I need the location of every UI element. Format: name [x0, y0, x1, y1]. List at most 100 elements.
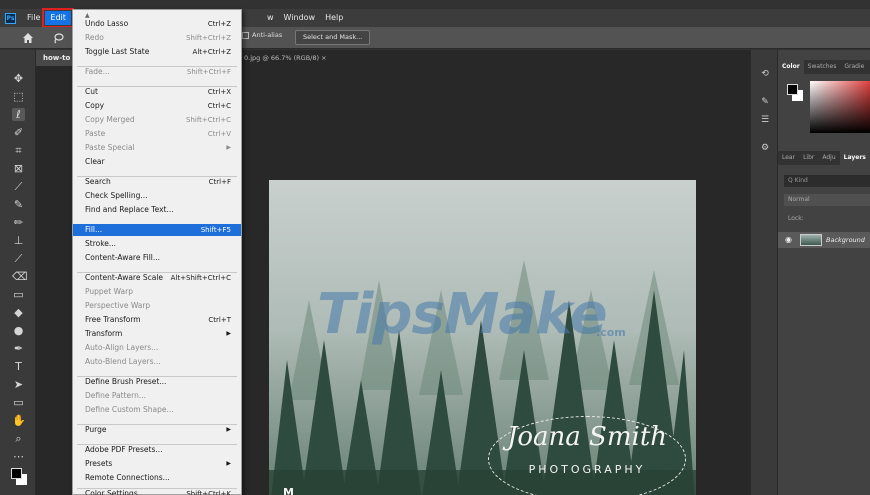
menu-item-label: Clear — [85, 157, 105, 166]
menu-item-content-aware-scale[interactable]: Content-Aware Scale Alt+Shift+Ctrl+C — [73, 272, 241, 284]
tab-learn[interactable]: Lear — [778, 151, 799, 165]
lasso-tool-icon[interactable]: ℓ — [12, 108, 25, 121]
menu-file[interactable]: File — [22, 11, 45, 25]
eraser-tool-icon[interactable]: ⌫ — [12, 270, 28, 283]
layer-thumbnail — [800, 234, 822, 246]
menu-item-toggle-last-state[interactable]: Toggle Last State Alt+Ctrl+Z — [73, 46, 241, 58]
brush-tool-icon[interactable]: ✏ — [12, 216, 25, 229]
menu-item-transform[interactable]: Transform ▶ — [73, 328, 241, 340]
type-tool-icon[interactable]: T — [12, 360, 25, 373]
home-icon[interactable] — [22, 32, 34, 44]
healing-brush-tool-icon[interactable]: ✎ — [12, 198, 25, 211]
layer-row-background[interactable]: ◉ Background — [778, 232, 870, 248]
menu-item-fill[interactable]: Fill... Shift+F5 — [73, 224, 241, 236]
lock-options[interactable]: Lock: — [784, 213, 870, 225]
menu-item-fade[interactable]: Fade... Shift+Ctrl+F — [73, 66, 241, 78]
menu-edit[interactable]: Edit — [42, 8, 74, 28]
signature-name: Joana Smith — [506, 422, 668, 452]
menu-item-shortcut: Ctrl+Z — [207, 20, 231, 28]
panel-foreground-swatch[interactable] — [787, 84, 798, 95]
tab-color[interactable]: Color — [778, 60, 804, 74]
menu-item-shortcut: Alt+Shift+Ctrl+C — [170, 274, 231, 282]
menu-item-check-spelling[interactable]: Check Spelling... — [73, 190, 241, 202]
more-tools-icon[interactable]: ⋯ — [12, 450, 25, 463]
brush-panel-icon[interactable]: ✎ — [759, 96, 771, 108]
menu-item-free-transform[interactable]: Free Transform Ctrl+T — [73, 314, 241, 326]
color-panel-tabs: Color Swatches Gradie — [778, 60, 870, 74]
menu-view-partial[interactable]: w — [262, 11, 279, 25]
menu-item-clear[interactable]: Clear — [73, 156, 241, 168]
lasso-icon[interactable] — [52, 32, 64, 44]
menu-item-paste-special[interactable]: Paste Special ▶ — [73, 142, 241, 154]
clone-stamp-tool-icon[interactable]: ⊥ — [12, 234, 25, 247]
menu-item-define-brush-preset[interactable]: Define Brush Preset... — [73, 376, 241, 388]
menu-item-label: Undo Lasso — [85, 19, 129, 28]
menu-item-puppet-warp[interactable]: Puppet Warp — [73, 286, 241, 298]
menu-item-undo-lasso[interactable]: Undo Lasso Ctrl+Z — [73, 18, 241, 30]
menu-item-label: Copy — [85, 101, 105, 110]
adjustments-panel-icon[interactable]: ☰ — [759, 114, 771, 126]
visibility-eye-icon[interactable]: ◉ — [785, 235, 795, 245]
zoom-tool-icon[interactable]: ⌕ — [12, 432, 25, 445]
tab-libraries[interactable]: Libr — [799, 151, 818, 165]
menu-item-shortcut: Ctrl+V — [207, 130, 231, 138]
history-brush-tool-icon[interactable]: ⟋ — [12, 252, 25, 265]
dodge-tool-icon[interactable]: ● — [12, 324, 25, 337]
menu-item-define-pattern[interactable]: Define Pattern... — [73, 390, 241, 402]
menu-item-adobe-pdf-presets[interactable]: Adobe PDF Presets... — [73, 444, 241, 456]
tab-adjustments[interactable]: Adju — [818, 151, 839, 165]
eyedropper-tool-icon[interactable]: ⟋ — [12, 180, 25, 193]
tools-panel: ✥ ⬚ ℓ ✐ ⌗ ⊠ ⟋ ✎ ✏ ⊥ ⟋ ⌫ ▭ ◆ ● ✒ T ➤ ▭ ✋ … — [0, 50, 36, 495]
menu-item-content-aware-fill[interactable]: Content-Aware Fill... — [73, 252, 241, 264]
tab-document[interactable]: 0.jpg @ 66.7% (RGB/8) × — [244, 50, 327, 66]
menu-item-find-and-replace-text[interactable]: Find and Replace Text... — [73, 204, 241, 216]
properties-panel-icon[interactable]: ⚙ — [759, 142, 771, 154]
menu-item-remote-connections[interactable]: Remote Connections... — [73, 472, 241, 484]
blur-tool-icon[interactable]: ◆ — [12, 306, 25, 319]
crop-tool-icon[interactable]: ⌗ — [12, 144, 25, 157]
menu-item-shortcut: Shift+F5 — [200, 226, 231, 234]
tab-layers[interactable]: Layers — [839, 151, 870, 165]
hand-tool-icon[interactable]: ✋ — [12, 414, 26, 427]
foreground-color-swatch[interactable] — [11, 468, 22, 479]
tab-swatches[interactable]: Swatches — [804, 60, 841, 74]
menu-item-label: Color Settings... — [85, 489, 145, 495]
menu-item-shortcut: Shift+Ctrl+F — [186, 68, 231, 76]
anti-alias-checkbox[interactable] — [242, 31, 249, 39]
menu-item-purge[interactable]: Purge ▶ — [73, 424, 241, 436]
menu-item-label: Cut — [85, 87, 98, 96]
frame-tool-icon[interactable]: ⊠ — [12, 162, 25, 175]
menu-item-shortcut: Ctrl+X — [207, 88, 231, 96]
rectangle-tool-icon[interactable]: ▭ — [12, 396, 25, 409]
quick-selection-tool-icon[interactable]: ✐ — [12, 126, 25, 139]
menu-item-color-settings[interactable]: Color Settings... Shift+Ctrl+K — [73, 488, 241, 495]
submenu-arrow-icon: ▶ — [226, 426, 231, 433]
menu-help[interactable]: Help — [320, 11, 348, 25]
menu-item-search[interactable]: Search Ctrl+F — [73, 176, 241, 188]
tab-gradients[interactable]: Gradie — [840, 60, 868, 74]
color-picker-field[interactable] — [810, 81, 870, 133]
menu-window[interactable]: Window — [279, 11, 321, 25]
marquee-tool-icon[interactable]: ⬚ — [12, 90, 25, 103]
menu-item-define-custom-shape[interactable]: Define Custom Shape... — [73, 404, 241, 416]
menu-item-cut[interactable]: Cut Ctrl+X — [73, 86, 241, 98]
layers-filter-input[interactable]: Q Kind — [784, 175, 870, 187]
menu-item-redo[interactable]: Redo Shift+Ctrl+Z — [73, 32, 241, 44]
path-selection-tool-icon[interactable]: ➤ — [12, 378, 25, 391]
menu-item-presets[interactable]: Presets ▶ — [73, 458, 241, 470]
menu-item-stroke[interactable]: Stroke... — [73, 238, 241, 250]
move-tool-icon[interactable]: ✥ — [12, 72, 25, 85]
select-and-mask-button[interactable]: Select and Mask... — [295, 30, 371, 45]
pen-tool-icon[interactable]: ✒ — [12, 342, 25, 355]
menu-item-copy[interactable]: Copy Ctrl+C — [73, 100, 241, 112]
gradient-tool-icon[interactable]: ▭ — [12, 288, 25, 301]
blend-mode-select[interactable]: Normal — [784, 194, 870, 206]
menu-item-copy-merged[interactable]: Copy Merged Shift+Ctrl+C — [73, 114, 241, 126]
history-panel-icon[interactable]: ⟲ — [759, 68, 771, 80]
menu-item-auto-align-layers[interactable]: Auto-Align Layers... — [73, 342, 241, 354]
menu-item-paste[interactable]: Paste Ctrl+V — [73, 128, 241, 140]
menu-item-perspective-warp[interactable]: Perspective Warp — [73, 300, 241, 312]
anti-alias-option[interactable]: Anti-alias — [242, 31, 282, 39]
layer-name: Background — [826, 236, 865, 244]
menu-item-auto-blend-layers[interactable]: Auto-Blend Layers... — [73, 356, 241, 368]
